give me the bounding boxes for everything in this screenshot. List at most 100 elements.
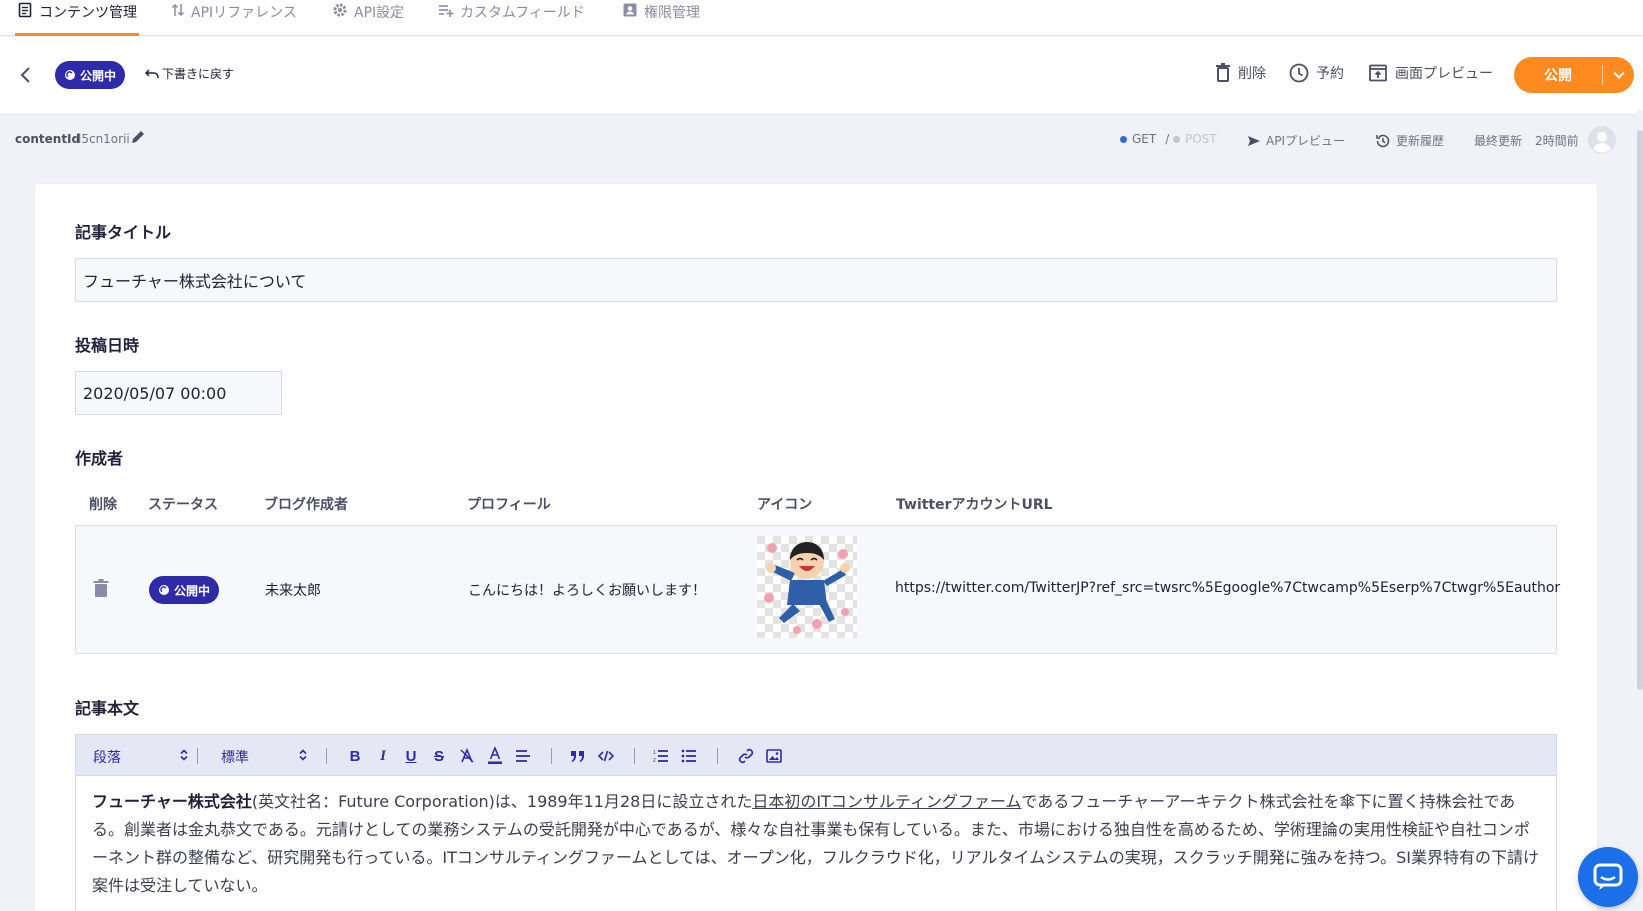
author-field-label: 作成者 xyxy=(75,449,124,468)
column-header-twitter-url: TwitterアカウントURL xyxy=(896,497,1053,513)
revert-to-draft-button[interactable]: 下書きに戻す xyxy=(145,65,234,82)
content-id-label: contentId xyxy=(15,132,81,146)
chat-support-button[interactable] xyxy=(1578,847,1638,907)
pencil-icon[interactable] xyxy=(130,129,146,145)
revert-label: 下書きに戻す xyxy=(162,67,235,81)
history-label: 更新履歴 xyxy=(1396,134,1445,148)
chat-bubble-icon xyxy=(1593,863,1623,890)
image-icon xyxy=(766,749,782,763)
publish-button[interactable]: 公開 xyxy=(1514,57,1634,93)
ordered-list-button[interactable]: 12 xyxy=(651,746,671,766)
size-select-value: 標準 xyxy=(221,750,249,766)
gear-icon xyxy=(332,2,348,18)
text-color-icon xyxy=(488,747,502,764)
active-tab-indicator xyxy=(15,33,139,36)
user-badge-icon xyxy=(622,2,638,18)
scrollbar-thumb[interactable] xyxy=(1637,130,1643,690)
preview-label: 画面プレビュー xyxy=(1395,66,1493,82)
italic-button[interactable]: I xyxy=(373,746,393,766)
content-header: 公開中 下書きに戻す 削除 予約 画面プレビュー 公開 xyxy=(0,37,1643,115)
tab-content-management[interactable]: コンテンツ管理 xyxy=(17,0,137,36)
publish-label: 公開 xyxy=(1544,68,1572,84)
api-preview-button[interactable]: APIプレビュー xyxy=(1247,132,1345,149)
svg-text:1: 1 xyxy=(653,750,656,756)
select-arrows-icon xyxy=(299,749,307,761)
delete-label: 削除 xyxy=(1238,66,1266,82)
code-button[interactable] xyxy=(596,746,616,766)
trash-icon xyxy=(93,579,109,597)
get-label: GET xyxy=(1132,132,1157,146)
content-id-value: l5cn1orii xyxy=(78,132,130,146)
title-field-label: 記事タイトル xyxy=(75,223,172,242)
image-button[interactable] xyxy=(764,746,784,766)
link-button[interactable] xyxy=(736,746,756,766)
trash-icon xyxy=(1215,63,1231,83)
strikethrough-button[interactable]: S xyxy=(429,746,449,766)
bullet-list-button[interactable] xyxy=(679,746,699,766)
row-delete-button[interactable] xyxy=(93,578,109,598)
rich-text-editor[interactable]: フューチャー株式会社(英文社名：Future Corporation)は、198… xyxy=(75,776,1557,911)
method-separator: / xyxy=(1165,132,1170,146)
body-text-part-1: (英文社名：Future Corporation)は、1989年11月28日に設… xyxy=(251,792,753,811)
size-select[interactable]: 標準 xyxy=(221,747,321,767)
quote-button[interactable] xyxy=(568,746,588,766)
tab-permissions[interactable]: 権限管理 xyxy=(622,0,700,36)
published-icon xyxy=(158,584,170,596)
get-method-toggle[interactable]: GET / xyxy=(1120,132,1169,146)
tab-api-settings[interactable]: API設定 xyxy=(332,0,404,36)
body-link[interactable]: 日本初のITコンサルティングファーム xyxy=(752,792,1021,811)
twitter-url-link[interactable]: https://twitter.com/TwitterJP?ref_src=tw… xyxy=(895,580,1560,596)
send-icon xyxy=(1247,135,1261,147)
align-button[interactable] xyxy=(513,746,533,766)
bullet-list-icon xyxy=(681,749,696,763)
clear-format-icon xyxy=(460,748,474,763)
author-profile: こんにちは！よろしくお願いします！ xyxy=(468,583,706,599)
tab-label: APIリファレンス xyxy=(191,5,297,21)
row-status-label: 公開中 xyxy=(173,583,210,598)
preview-window-icon xyxy=(1368,63,1388,83)
chevron-down-icon[interactable] xyxy=(1612,69,1626,81)
status-label: 公開中 xyxy=(79,68,116,83)
clear-format-button[interactable] xyxy=(457,746,477,766)
select-arrows-icon xyxy=(180,749,188,761)
text-color-button[interactable] xyxy=(485,746,505,766)
align-left-icon xyxy=(516,750,530,762)
tab-label: カスタムフィールド xyxy=(460,5,585,21)
sort-arrows-icon xyxy=(171,2,185,18)
delete-button[interactable]: 削除 xyxy=(1215,63,1266,83)
ordered-list-icon: 12 xyxy=(653,750,668,763)
date-input[interactable]: 2020/05/07 00:00 xyxy=(75,371,282,415)
author-avatar-image xyxy=(757,536,857,638)
author-name: 未来太郎 xyxy=(265,583,321,599)
date-field-label: 投稿日時 xyxy=(75,336,140,355)
avatar[interactable] xyxy=(1588,126,1616,154)
post-method-toggle[interactable]: POST xyxy=(1173,132,1217,146)
toolbar-divider xyxy=(551,748,552,764)
column-header-author: ブログ作成者 xyxy=(264,497,348,513)
column-header-icon: アイコン xyxy=(757,497,813,513)
svg-text:2: 2 xyxy=(653,758,656,763)
link-icon xyxy=(738,748,754,764)
schedule-button[interactable]: 予約 xyxy=(1289,63,1344,83)
last-updated-label: 最終更新 xyxy=(1474,134,1523,148)
last-updated-value: 2時間前 xyxy=(1535,134,1579,148)
clock-icon xyxy=(1289,63,1309,83)
update-history-button[interactable]: 更新履歴 xyxy=(1375,132,1444,149)
tab-custom-fields[interactable]: カスタムフィールド xyxy=(438,0,585,36)
title-input[interactable]: フューチャー株式会社について xyxy=(75,258,1557,302)
back-button[interactable] xyxy=(16,63,36,87)
meta-bar: contentId l5cn1orii GET / POST APIプレビュー … xyxy=(0,116,1643,168)
scrollbar[interactable] xyxy=(1637,110,1643,911)
schedule-label: 予約 xyxy=(1316,66,1344,82)
row-status-badge: 公開中 xyxy=(149,576,219,604)
paragraph-select[interactable]: 段落 xyxy=(93,747,193,767)
bold-button[interactable]: B xyxy=(345,746,365,766)
document-icon xyxy=(17,2,33,18)
history-icon xyxy=(1375,133,1391,149)
tab-api-reference[interactable]: APIリファレンス xyxy=(171,0,297,36)
column-header-delete: 削除 xyxy=(89,497,117,513)
screen-preview-button[interactable]: 画面プレビュー xyxy=(1368,63,1493,83)
post-label: POST xyxy=(1185,132,1217,146)
toolbar-divider xyxy=(326,748,327,764)
underline-button[interactable]: U xyxy=(401,746,421,766)
